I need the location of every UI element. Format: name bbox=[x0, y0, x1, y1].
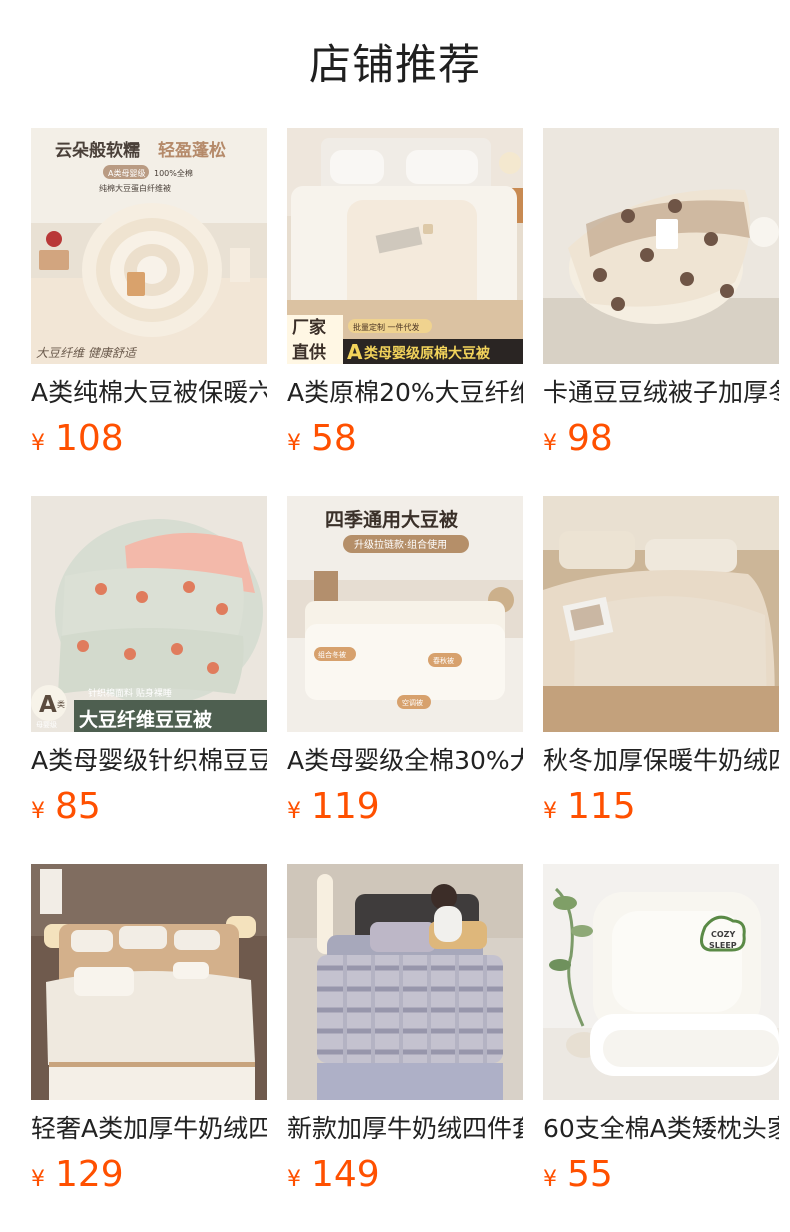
product-price: ¥129 bbox=[31, 1152, 124, 1198]
product-price: ¥98 bbox=[543, 416, 613, 462]
product-card[interactable]: 秋冬加厚保暖牛奶绒四件套 ¥115 bbox=[543, 496, 779, 834]
store-recommendation-page: 店铺推荐 云朵般软糯 轻盈蓬松 A类母婴级 100%全棉 纯棉大豆蛋白纤维被 大… bbox=[0, 0, 790, 1232]
product-name[interactable]: A类纯棉大豆被保暖六斤加厚冬被 bbox=[31, 376, 267, 410]
product-image[interactable] bbox=[543, 496, 779, 732]
product-price: ¥58 bbox=[287, 416, 357, 462]
currency-symbol: ¥ bbox=[31, 799, 45, 824]
price-amount: 115 bbox=[567, 786, 636, 827]
product-name[interactable]: 新款加厚牛奶绒四件套床裙款冬季 bbox=[287, 1112, 523, 1146]
product-name[interactable]: 60支全棉A类矮枕头家用护颈枕 bbox=[543, 1112, 779, 1146]
product-image[interactable]: 四季通用大豆被 升级拉链款·组合使用 组合冬被 春秋被 空调被 bbox=[287, 496, 523, 732]
currency-symbol: ¥ bbox=[543, 1167, 557, 1192]
product-card[interactable]: 新款加厚牛奶绒四件套床裙款冬季 ¥149 bbox=[287, 864, 523, 1202]
image-tag: 100%全棉 bbox=[154, 168, 193, 178]
currency-symbol: ¥ bbox=[287, 431, 301, 456]
product-price: ¥108 bbox=[31, 416, 124, 462]
product-image[interactable]: A 类 母婴级 针织棉面料 贴身裸睡 大豆纤维豆豆被 bbox=[31, 496, 267, 732]
product-image[interactable] bbox=[31, 864, 267, 1100]
product-image[interactable] bbox=[287, 864, 523, 1100]
product-card[interactable]: COZY SLEEP 60支全棉A类矮枕头家用护颈枕 ¥55 bbox=[543, 864, 779, 1202]
image-banner: 大豆纤维豆豆被 bbox=[79, 708, 212, 731]
currency-symbol: ¥ bbox=[31, 431, 45, 456]
image-badge: A bbox=[39, 692, 57, 718]
product-image[interactable] bbox=[543, 128, 779, 364]
price-amount: 85 bbox=[55, 786, 101, 827]
currency-symbol: ¥ bbox=[287, 799, 301, 824]
product-name[interactable]: A类原棉20%大豆纤维被冬被加厚 bbox=[287, 376, 523, 410]
price-amount: 58 bbox=[311, 418, 357, 459]
price-amount: 98 bbox=[567, 418, 613, 459]
image-tag: 批量定制 一件代发 bbox=[353, 322, 420, 332]
product-card[interactable]: A 类 母婴级 针织棉面料 贴身裸睡 大豆纤维豆豆被 A类母婴级针织棉豆豆被冬被… bbox=[31, 496, 267, 834]
image-label: 春秋被 bbox=[433, 656, 454, 665]
image-headline: 四季通用大豆被 bbox=[325, 508, 458, 531]
price-amount: 149 bbox=[311, 1154, 380, 1195]
product-image[interactable]: 厂家 直供 批量定制 一件代发 A 类母婴级原棉大豆被 bbox=[287, 128, 523, 364]
currency-symbol: ¥ bbox=[543, 431, 557, 456]
product-name[interactable]: 秋冬加厚保暖牛奶绒四件套 bbox=[543, 744, 779, 778]
image-label: 组合冬被 bbox=[318, 650, 346, 659]
section-title: 店铺推荐 bbox=[308, 40, 481, 89]
image-headline-accent: 轻盈蓬松 bbox=[158, 140, 226, 161]
price-amount: 55 bbox=[567, 1154, 613, 1195]
product-card[interactable]: 轻奢A类加厚牛奶绒四件套床裙款 ¥129 bbox=[31, 864, 267, 1202]
image-headline: 云朵般软糯 bbox=[55, 140, 140, 161]
image-badge-caption: 母婴级 bbox=[36, 720, 57, 729]
product-card[interactable]: 云朵般软糯 轻盈蓬松 A类母婴级 100%全棉 纯棉大豆蛋白纤维被 大豆纤维 健… bbox=[31, 128, 267, 466]
product-card[interactable]: 卡通豆豆绒被子加厚冬季保暖 ¥98 bbox=[543, 128, 779, 466]
image-tag: A类母婴级 bbox=[108, 168, 145, 178]
price-amount: 119 bbox=[311, 786, 380, 827]
image-factory-line2: 直供 bbox=[292, 342, 326, 363]
product-price: ¥149 bbox=[287, 1152, 380, 1198]
image-badge-small: 类 bbox=[57, 699, 65, 709]
image-factory-line1: 厂家 bbox=[292, 317, 326, 338]
product-card[interactable]: 四季通用大豆被 升级拉链款·组合使用 组合冬被 春秋被 空调被 A类母婴级全棉3… bbox=[287, 496, 523, 834]
price-amount: 108 bbox=[55, 418, 124, 459]
product-price: ¥85 bbox=[31, 784, 101, 830]
product-name[interactable]: A类母婴级针织棉豆豆被冬被加厚 bbox=[31, 744, 267, 778]
product-price: ¥55 bbox=[543, 1152, 613, 1198]
product-image[interactable]: 云朵般软糯 轻盈蓬松 A类母婴级 100%全棉 纯棉大豆蛋白纤维被 大豆纤维 健… bbox=[31, 128, 267, 364]
image-footer: 大豆纤维 健康舒适 bbox=[36, 346, 138, 360]
product-price: ¥115 bbox=[543, 784, 636, 830]
image-subtitle: 纯棉大豆蛋白纤维被 bbox=[99, 183, 171, 193]
product-name[interactable]: 轻奢A类加厚牛奶绒四件套床裙款 bbox=[31, 1112, 267, 1146]
image-label: 空调被 bbox=[402, 698, 423, 707]
image-banner: 类母婴级原棉大豆被 bbox=[364, 345, 491, 362]
currency-symbol: ¥ bbox=[31, 1167, 45, 1192]
product-name[interactable]: A类母婴级全棉30%大豆纤维被 bbox=[287, 744, 523, 778]
currency-symbol: ¥ bbox=[543, 799, 557, 824]
currency-symbol: ¥ bbox=[287, 1167, 301, 1192]
product-card[interactable]: 厂家 直供 批量定制 一件代发 A 类母婴级原棉大豆被 A类原棉20%大豆纤维被… bbox=[287, 128, 523, 466]
image-logo-line1: COZY bbox=[711, 930, 735, 939]
image-tag: 针织棉面料 贴身裸睡 bbox=[88, 687, 172, 699]
price-amount: 129 bbox=[55, 1154, 124, 1195]
image-badge: A bbox=[347, 340, 363, 364]
image-logo-line2: SLEEP bbox=[709, 941, 737, 950]
product-image[interactable]: COZY SLEEP bbox=[543, 864, 779, 1100]
product-name[interactable]: 卡通豆豆绒被子加厚冬季保暖 bbox=[543, 376, 779, 410]
image-subtitle: 升级拉链款·组合使用 bbox=[354, 538, 447, 551]
product-price: ¥119 bbox=[287, 784, 380, 830]
